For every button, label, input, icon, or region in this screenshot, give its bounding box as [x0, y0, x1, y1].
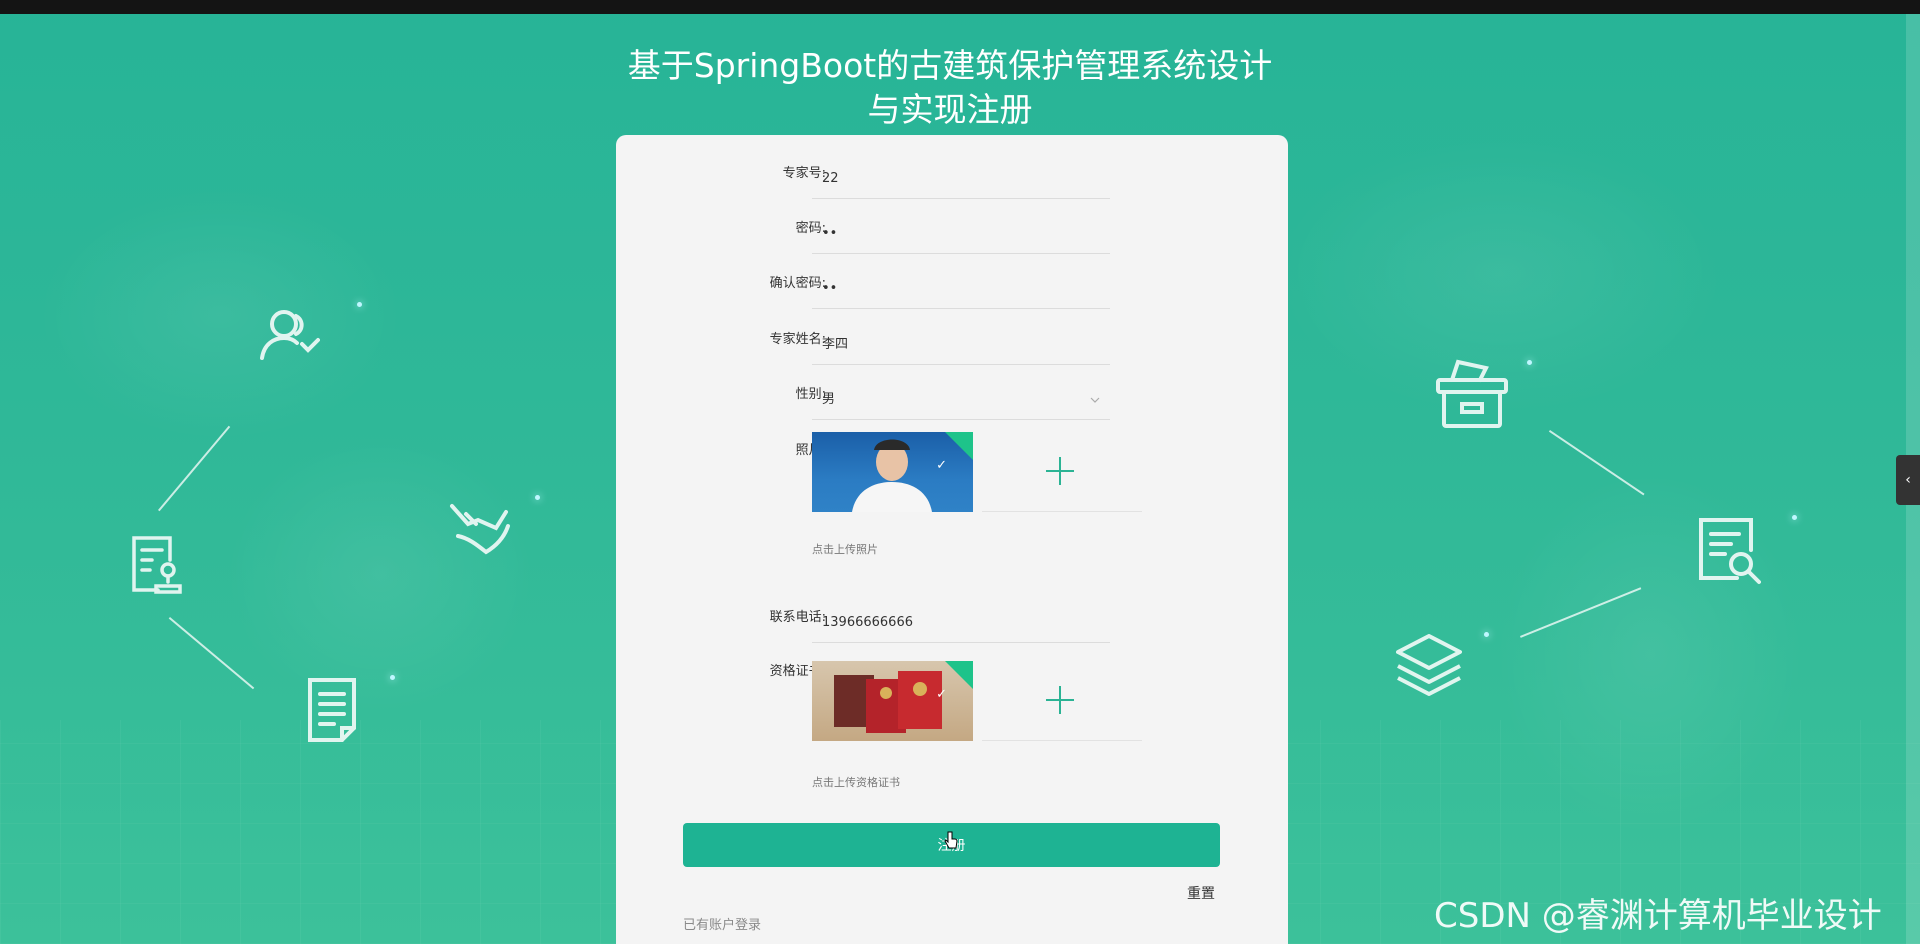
hand-heart-icon [446, 498, 512, 558]
expert-no-row: 专家号: 22 [616, 164, 1288, 208]
decor-dot [1484, 632, 1489, 637]
gender-row: 性别: 男 [616, 385, 1288, 429]
gender-select[interactable]: 男 [812, 382, 1110, 420]
photo-row: 照片: ✓ 点击上传照片 [616, 432, 1288, 581]
document-search-icon [1697, 516, 1763, 586]
gender-select-value: 男 [822, 392, 836, 407]
upload-success-corner [945, 661, 973, 689]
browser-top-bar [0, 0, 1920, 14]
plus-icon [1046, 457, 1074, 485]
expert-name-row: 专家姓名: 李四 [616, 330, 1288, 374]
mouse-cursor-icon [944, 831, 958, 849]
photo-preview[interactable]: ✓ [812, 432, 973, 512]
photo-upload-button[interactable] [982, 432, 1142, 512]
page-title: 基于SpringBoot的古建筑保护管理系统设计 与实现注册 [600, 44, 1300, 132]
layers-icon [1394, 632, 1464, 698]
certificate-preview[interactable]: ✓ [812, 661, 973, 741]
decor-dot [357, 302, 362, 307]
side-collapse-tab[interactable]: ‹ [1896, 455, 1920, 505]
csdn-watermark: CSDN @睿渊计算机毕业设计 [1434, 896, 1882, 936]
document-stamp-icon [128, 534, 184, 594]
decor-dot [1527, 360, 1532, 365]
password-row: 密码: •• [616, 219, 1288, 263]
archive-box-icon [1434, 356, 1510, 430]
photo-upload-hint[interactable]: 点击上传照片 [812, 541, 878, 557]
page-title-line-2: 与实现注册 [867, 90, 1033, 129]
document-icon [306, 676, 366, 744]
confirm-password-input[interactable]: •• [812, 271, 1110, 309]
certificate-row: 资格证书: ✓ 点击上传资格证书 [616, 661, 1288, 802]
password-input[interactable]: •• [812, 216, 1110, 254]
upload-success-corner [945, 432, 973, 460]
phone-input[interactable]: 13966666666 [812, 605, 1110, 643]
users-icon [258, 308, 320, 362]
reset-button[interactable]: 重置 [1176, 883, 1226, 903]
certificate-upload-button[interactable] [982, 661, 1142, 741]
decor-dot [535, 495, 540, 500]
check-icon: ✓ [936, 458, 947, 473]
decor-dot [390, 675, 395, 680]
register-form-card: 专家号: 22 密码: •• 确认密码: •• 专家姓名: 李四 性别: 男 照… [616, 135, 1288, 944]
expert-no-input[interactable]: 22 [812, 161, 1110, 199]
page-title-line-1: 基于SpringBoot的古建筑保护管理系统设计 [627, 46, 1273, 85]
plus-icon [1046, 686, 1074, 714]
expert-name-input[interactable]: 李四 [812, 327, 1110, 365]
certificate-upload-hint[interactable]: 点击上传资格证书 [812, 774, 900, 790]
check-icon: ✓ [936, 687, 947, 702]
chevron-down-icon [1090, 397, 1100, 403]
login-link[interactable]: 已有账户登录 [683, 914, 761, 933]
phone-row: 联系电话: 13966666666 [616, 608, 1288, 652]
decor-dot [1792, 515, 1797, 520]
confirm-password-row: 确认密码: •• [616, 274, 1288, 318]
